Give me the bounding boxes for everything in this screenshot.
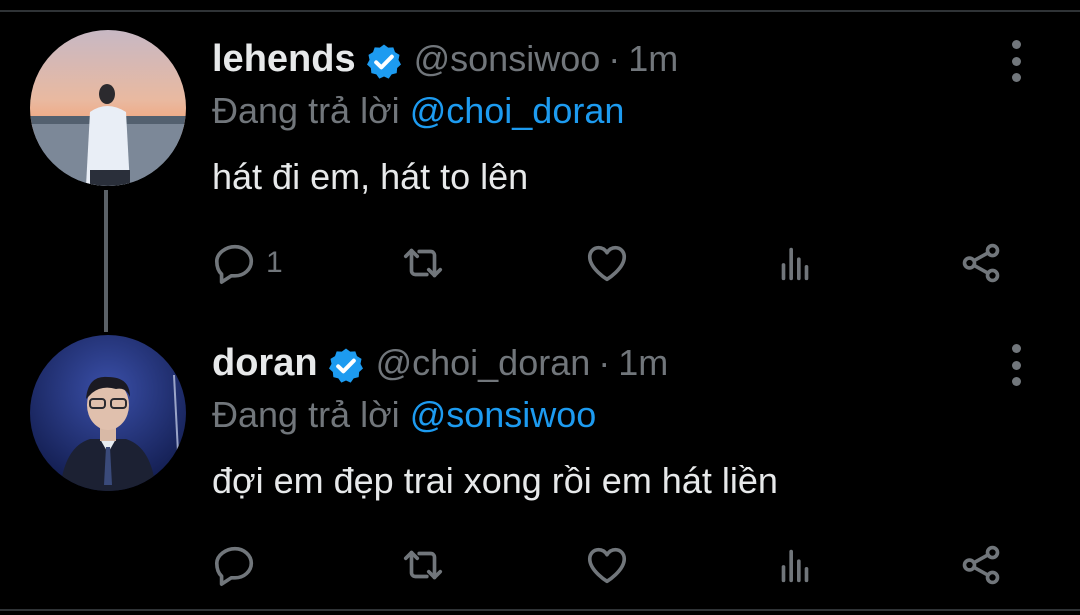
reply-context: Đang trả lời @choi_doran: [212, 90, 624, 132]
handle[interactable]: @sonsiwoo: [414, 38, 601, 80]
avatar-image: [30, 335, 186, 491]
retweet-icon: [400, 542, 446, 588]
analytics-icon: [772, 542, 818, 588]
avatar-image: [30, 30, 186, 186]
tweet-text: hát đi em, hát to lên: [212, 156, 529, 197]
timestamp[interactable]: 1m: [628, 38, 678, 80]
action-bar: [212, 540, 1012, 590]
share-icon: [958, 240, 1004, 286]
like-icon: [584, 542, 630, 588]
avatar[interactable]: [30, 335, 186, 491]
avatar[interactable]: [30, 30, 186, 186]
handle[interactable]: @choi_doran: [376, 342, 591, 384]
separator: ·: [608, 38, 621, 79]
more-icon[interactable]: [1004, 344, 1028, 386]
analytics-button[interactable]: [772, 540, 818, 590]
share-button[interactable]: [958, 540, 1004, 590]
more-icon[interactable]: [1004, 40, 1028, 82]
reply-prefix: Đang trả lời: [212, 90, 400, 131]
reply-icon: [212, 542, 258, 588]
like-button[interactable]: [584, 238, 630, 288]
reply-icon: [212, 240, 258, 286]
reply-mention[interactable]: @sonsiwoo: [410, 394, 597, 435]
share-button[interactable]: [958, 238, 1004, 288]
tweet-header: lehends @sonsiwoo · 1m: [212, 38, 678, 86]
reply-mention[interactable]: @choi_doran: [410, 90, 625, 131]
analytics-icon: [772, 240, 818, 286]
display-name[interactable]: lehends: [212, 38, 356, 81]
reply-context: Đang trả lời @sonsiwoo: [212, 394, 596, 436]
reply-prefix: Đang trả lời: [212, 394, 400, 435]
retweet-button[interactable]: [400, 238, 446, 288]
reply-button[interactable]: 1: [212, 238, 283, 288]
retweet-button[interactable]: [400, 540, 446, 590]
like-icon: [584, 240, 630, 286]
verified-icon: [364, 42, 404, 82]
display-name[interactable]: doran: [212, 342, 318, 385]
top-divider: [0, 10, 1080, 12]
tweet-header: doran @choi_doran · 1m: [212, 342, 668, 390]
action-bar: 1: [212, 238, 1012, 288]
bottom-divider: [0, 609, 1080, 611]
like-button[interactable]: [584, 540, 630, 590]
share-icon: [958, 542, 1004, 588]
analytics-button[interactable]: [772, 238, 818, 288]
thread-connector: [104, 190, 108, 332]
separator: ·: [598, 342, 611, 383]
retweet-icon: [400, 240, 446, 286]
verified-icon: [326, 346, 366, 386]
reply-button[interactable]: [212, 540, 266, 590]
tweet-text: đợi em đẹp trai xong rồi em hát liền: [212, 460, 778, 501]
reply-count: 1: [266, 246, 283, 279]
timestamp[interactable]: 1m: [618, 342, 668, 384]
